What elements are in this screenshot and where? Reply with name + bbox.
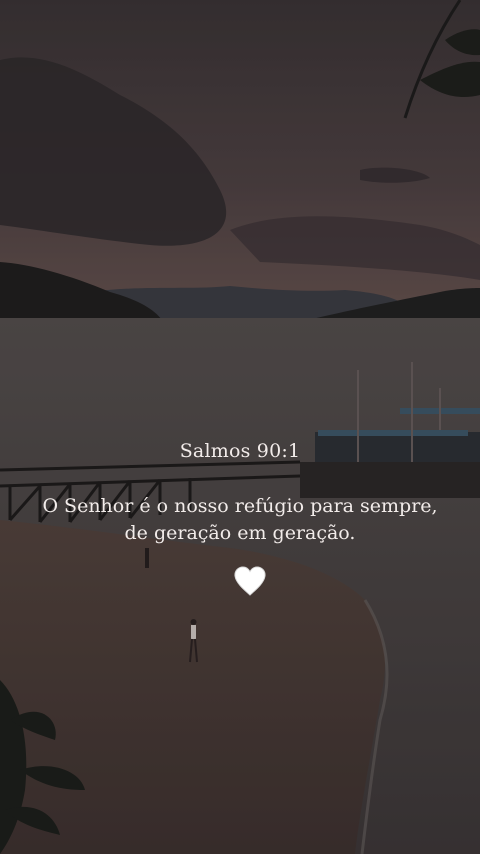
verse-text: O Senhor é o nosso refúgio para sempre, … — [42, 495, 438, 544]
verse-reference: Salmos 90:1 — [179, 440, 301, 462]
white-heart-icon — [234, 566, 266, 596]
dim-overlay — [0, 0, 480, 854]
